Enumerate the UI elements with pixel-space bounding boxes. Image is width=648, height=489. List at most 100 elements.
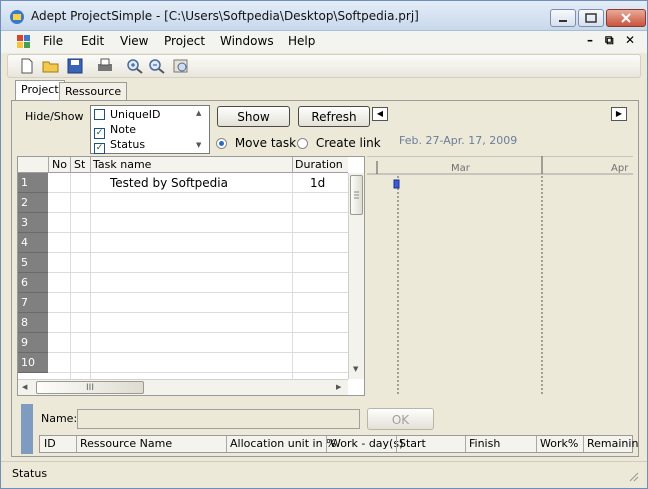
column-start[interactable]: Start	[399, 437, 426, 450]
checkbox-checked-icon[interactable]: ✓	[94, 143, 105, 154]
save-icon[interactable]	[66, 58, 84, 74]
column-checklist[interactable]: UniqueID ✓ Note ✓ Status ▲ ▼	[90, 105, 210, 154]
row-number[interactable]: 10	[18, 353, 48, 373]
table-row[interactable]: 2	[18, 193, 348, 213]
row-number[interactable]: 1	[18, 173, 48, 193]
status-bar: Status	[1, 461, 647, 488]
tab-ressource[interactable]: Ressource	[59, 82, 128, 101]
scroll-thumb[interactable]	[350, 175, 363, 215]
task-name-cell[interactable]: Tested by Softpedia	[110, 176, 228, 190]
menu-project[interactable]: Project	[164, 34, 205, 48]
maximize-icon	[585, 13, 597, 23]
gantt-month-mar: Mar	[451, 163, 471, 174]
column-no[interactable]: No	[52, 158, 67, 171]
column-status[interactable]: St	[74, 158, 85, 171]
close-button[interactable]	[606, 9, 646, 27]
open-icon[interactable]	[42, 58, 60, 74]
window-title: Adept ProjectSimple - [C:\Users\Softpedi…	[31, 9, 419, 23]
column-finish[interactable]: Finish	[469, 437, 500, 450]
grid-vertical-scrollbar[interactable]: ▼	[348, 173, 364, 379]
close-icon	[621, 13, 631, 23]
checkbox-unchecked-icon[interactable]	[94, 109, 105, 120]
menu-file[interactable]: File	[43, 34, 63, 48]
toolbar	[7, 54, 641, 78]
maximize-button[interactable]	[578, 9, 604, 27]
gantt-left-icon[interactable]: ◀	[372, 107, 388, 121]
column-resource-name[interactable]: Ressource Name	[80, 437, 172, 450]
app-icon	[10, 10, 24, 24]
row-number[interactable]: 7	[18, 293, 48, 313]
mdi-restore-icon[interactable]: ⧉	[605, 33, 614, 48]
table-row[interactable]: 1 Tested by Softpedia 1d	[18, 173, 348, 193]
move-task-option[interactable]: Move task	[216, 136, 296, 150]
table-row[interactable]: 7	[18, 293, 348, 313]
grip-icon	[354, 191, 359, 199]
resource-handle	[21, 404, 33, 454]
ok-button[interactable]: OK	[367, 408, 434, 430]
duration-cell[interactable]: 1d	[310, 176, 325, 190]
scroll-thumb[interactable]: III	[36, 381, 144, 394]
print-icon[interactable]	[96, 58, 114, 74]
gantt-right-icon[interactable]: ▶	[611, 107, 627, 121]
row-number[interactable]: 5	[18, 253, 48, 273]
gantt-canvas: Mar Apr	[367, 150, 633, 396]
menu-windows[interactable]: Windows	[220, 34, 274, 48]
option-status[interactable]: ✓ Status	[94, 138, 145, 154]
column-task-name[interactable]: Task name	[93, 158, 151, 171]
minimize-button[interactable]	[550, 9, 576, 27]
resource-table-header: ID Ressource Name Allocation unit in % W…	[39, 435, 638, 453]
column-work-days[interactable]: Work - day(s)	[330, 437, 403, 450]
row-number[interactable]: 4	[18, 233, 48, 253]
table-row[interactable]: 8	[18, 313, 348, 333]
menu-edit[interactable]: Edit	[81, 34, 104, 48]
row-number[interactable]: 2	[18, 193, 48, 213]
mdi-minimize-icon[interactable]: –	[587, 33, 593, 47]
menu-help[interactable]: Help	[288, 34, 315, 48]
grid-horizontal-scrollbar[interactable]: ◀ III ▶	[18, 379, 348, 395]
scroll-up-icon[interactable]: ▲	[196, 109, 201, 117]
scroll-down-icon[interactable]: ▼	[353, 365, 358, 373]
grid-header: No St Task name Duration	[18, 157, 348, 173]
row-number[interactable]: 3	[18, 213, 48, 233]
create-link-option[interactable]: Create link	[297, 136, 381, 150]
table-row[interactable]: 3	[18, 213, 348, 233]
column-remaining[interactable]: Remainin	[587, 437, 638, 450]
resize-grip-icon[interactable]	[627, 470, 639, 482]
table-row[interactable]: 6	[18, 273, 348, 293]
scroll-left-icon[interactable]: ◀	[22, 383, 27, 391]
zoom-in-icon[interactable]	[126, 58, 144, 74]
table-row[interactable]: 9	[18, 333, 348, 353]
radio-selected-icon[interactable]	[216, 138, 227, 149]
table-row[interactable]: 5	[18, 253, 348, 273]
option-uniqueid[interactable]: UniqueID	[94, 108, 161, 123]
column-allocation[interactable]: Allocation unit in %	[230, 437, 337, 450]
column-id[interactable]: ID	[44, 437, 56, 450]
refresh-button[interactable]: Refresh	[298, 106, 370, 127]
menu-bar: File Edit View Project Windows Help – ⧉ …	[1, 31, 647, 53]
table-row[interactable]: 4	[18, 233, 348, 253]
gantt-chart[interactable]: Mar Apr	[367, 150, 633, 396]
scroll-down-icon[interactable]: ▼	[196, 141, 201, 149]
option-note[interactable]: ✓ Note	[94, 123, 136, 139]
show-button[interactable]: Show	[217, 106, 290, 127]
name-label: Name:	[41, 412, 78, 425]
scroll-right-icon[interactable]: ▶	[336, 383, 341, 391]
task-grid: No St Task name Duration 1 Tested by Soft…	[17, 156, 365, 396]
column-work-percent[interactable]: Work%	[540, 437, 578, 450]
zoom-out-icon[interactable]	[148, 58, 166, 74]
table-row[interactable]: 10	[18, 353, 348, 373]
name-input[interactable]	[77, 409, 360, 429]
row-number[interactable]: 6	[18, 273, 48, 293]
menu-view[interactable]: View	[120, 34, 148, 48]
new-icon[interactable]	[18, 58, 36, 74]
row-number[interactable]: 8	[18, 313, 48, 333]
gantt-date-range: Feb. 27-Apr. 17, 2009	[399, 134, 518, 147]
column-duration[interactable]: Duration	[295, 158, 343, 171]
tab-project[interactable]: Project	[15, 80, 65, 101]
gantt-task-bar[interactable]	[393, 179, 400, 189]
fit-icon[interactable]	[172, 58, 190, 74]
radio-unselected-icon[interactable]	[297, 138, 308, 149]
app-window: Adept ProjectSimple - [C:\Users\Softpedi…	[0, 0, 648, 489]
mdi-close-icon[interactable]: ✕	[625, 33, 635, 47]
row-number[interactable]: 9	[18, 333, 48, 353]
